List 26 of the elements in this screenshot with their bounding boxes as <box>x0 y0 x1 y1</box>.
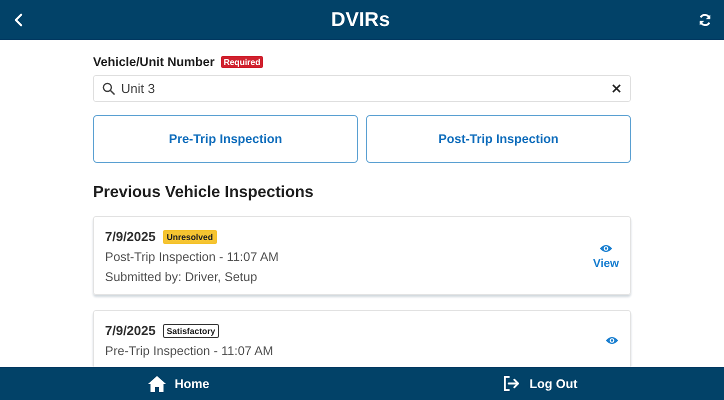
nav-item[interactable]: Home <box>146 374 210 392</box>
inspection-button[interactable]: Post-Trip Inspection <box>366 115 631 163</box>
nav-item[interactable]: Log Out <box>502 375 578 392</box>
vehicle-search-field[interactable]: Unit 3 <box>93 75 631 102</box>
inspection-date: 7/9/2025 <box>105 323 156 338</box>
back-icon[interactable] <box>14 13 23 27</box>
submitted-by: Submitted by: Driver, Setup <box>105 270 258 284</box>
eye-icon <box>599 243 613 254</box>
inspection-type: Post-Trip Inspection - 11:07 AM <box>105 250 279 264</box>
eye-icon <box>605 335 619 346</box>
house-icon <box>146 374 167 392</box>
page-title: DVIRs <box>331 8 390 32</box>
view-button[interactable]: View <box>593 243 619 270</box>
status-badge: Satisfactory <box>162 324 220 338</box>
refresh-icon[interactable] <box>698 13 712 27</box>
logout-icon <box>502 375 522 392</box>
search-icon <box>102 82 115 95</box>
inspection-button[interactable]: Pre-Trip Inspection <box>93 115 358 163</box>
clear-icon[interactable] <box>612 84 621 93</box>
inspection-date: 7/9/2025 <box>105 229 156 244</box>
required-badge: Required <box>220 56 264 68</box>
view-button[interactable] <box>605 335 619 346</box>
section-heading: Previous Vehicle Inspections <box>93 184 315 202</box>
status-badge: Unresolved <box>162 230 217 244</box>
field-label: Vehicle/Unit Number <box>93 55 215 69</box>
inspection-type: Pre-Trip Inspection - 11:07 AM <box>105 344 274 358</box>
